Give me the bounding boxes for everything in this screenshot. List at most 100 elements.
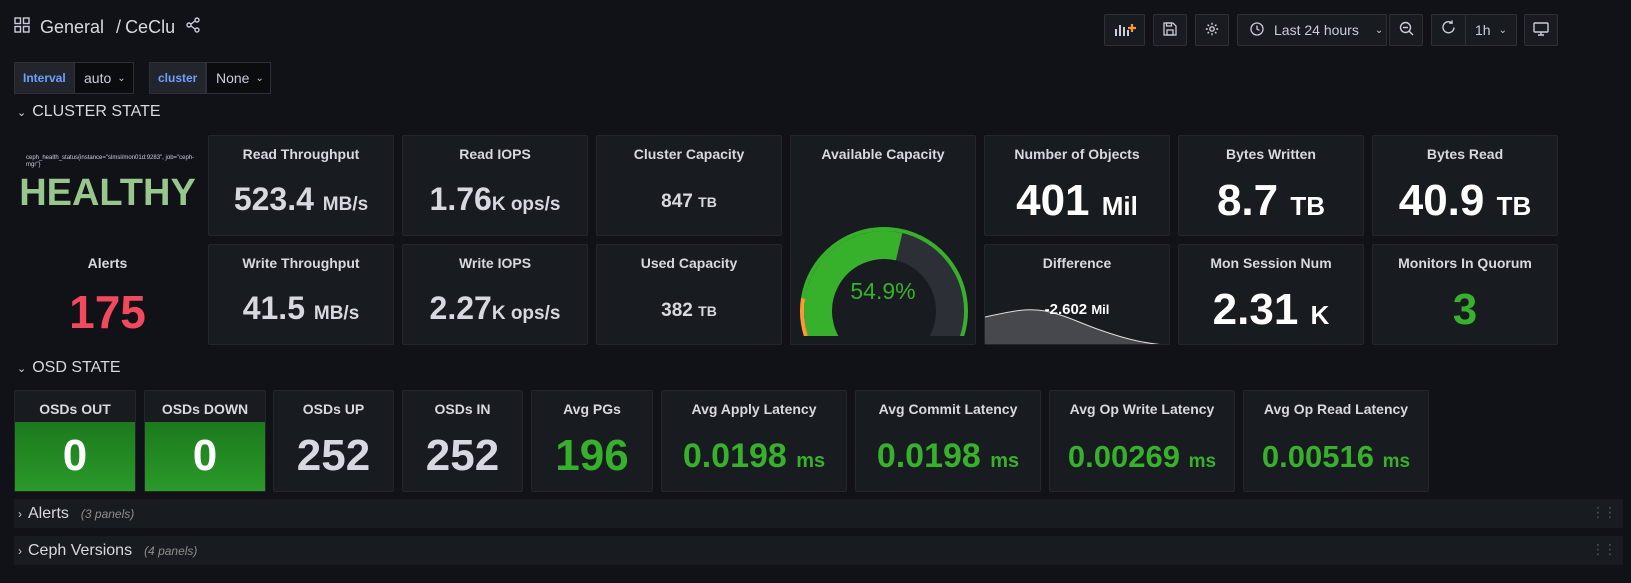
panel-title: Avg Op Read Latency (1263, 401, 1409, 417)
drag-handle-icon[interactable]: ⋮⋮ (1591, 541, 1617, 558)
stat-value: 0 (62, 431, 88, 480)
row-title: CLUSTER STATE (32, 103, 161, 120)
panel-bytes-read[interactable]: Bytes Read 40.9 TB (1372, 135, 1558, 236)
panel-title: OSDs DOWN (161, 401, 249, 417)
stat-value: 0.0198 ms (876, 437, 1020, 475)
clock-icon (1250, 21, 1264, 39)
panel-osds-out[interactable]: OSDs OUT 0 (14, 390, 136, 492)
panel-write-throughput[interactable]: Write Throughput 41.5 MB/s (208, 244, 394, 345)
panel-title: Write Throughput (242, 255, 360, 271)
apps-icon[interactable] (14, 17, 30, 38)
refresh-button[interactable] (1432, 15, 1466, 45)
variable-select-interval[interactable]: auto ⌄ (74, 62, 134, 94)
variable-select-cluster[interactable]: None ⌄ (206, 62, 271, 94)
stat-value: 2.31 K (1212, 285, 1330, 334)
panel-title: Avg PGs (563, 401, 621, 417)
row-title: OSD STATE (32, 359, 121, 376)
panel-number-of-objects[interactable]: Number of Objects 401 Mil (984, 135, 1170, 236)
panel-title: Alerts (87, 255, 128, 271)
panel-health-status: ceph_health_status{instance="slmsl/mon01… (14, 135, 201, 235)
panel-read-throughput[interactable]: Read Throughput 523.4 MB/s (208, 135, 394, 236)
breadcrumb: General / CeClu (14, 17, 201, 38)
panel-read-iops[interactable]: Read IOPS 1.76K ops/s (402, 135, 588, 236)
panel-avg-apply-latency[interactable]: Avg Apply Latency 0.0198 ms (661, 390, 847, 492)
panel-monitors-in-quorum[interactable]: Monitors In Quorum 3 (1372, 244, 1558, 345)
save-icon (1163, 21, 1177, 39)
panel-osds-up[interactable]: OSDs UP 252 (273, 390, 394, 492)
time-range-picker[interactable]: Last 24 hours ⌄ (1237, 14, 1387, 46)
panel-used-capacity[interactable]: Used Capacity 382 TB (596, 244, 782, 345)
panel-cluster-capacity[interactable]: Cluster Capacity 847 TB (596, 135, 782, 236)
variable-label-cluster: cluster (149, 62, 207, 94)
panel-title: Avg Commit Latency (878, 401, 1018, 417)
panel-title: OSDs OUT (39, 401, 111, 417)
panel-write-iops[interactable]: Write IOPS 2.27K ops/s (402, 244, 588, 345)
panel-avg-pgs[interactable]: Avg PGs 196 (531, 390, 653, 492)
gauge-value: 54.9% (850, 278, 916, 304)
panel-title: OSDs IN (434, 401, 491, 417)
stat-value: 523.4 MB/s (233, 181, 369, 217)
stat-value: -2.602 Mil (1044, 301, 1110, 318)
panel-title: Mon Session Num (1210, 255, 1332, 271)
time-range-label: Last 24 hours (1274, 22, 1359, 38)
row-ceph-versions-collapsed[interactable]: › Ceph Versions (4 panels) ⋮⋮ (14, 536, 1623, 565)
save-dashboard-button[interactable] (1153, 14, 1187, 46)
tv-mode-button[interactable] (1524, 14, 1558, 46)
panel-bytes-written[interactable]: Bytes Written 8.7 TB (1178, 135, 1364, 236)
stat-value: 382 TB (661, 300, 717, 321)
gauge-chart (800, 227, 968, 336)
panel-title: Cluster Capacity (633, 146, 745, 162)
row-alerts-collapsed[interactable]: › Alerts (3 panels) ⋮⋮ (14, 499, 1623, 528)
breadcrumb-separator: / (116, 17, 122, 37)
chevron-right-icon: › (18, 543, 22, 558)
row-title: Ceph Versions (28, 541, 133, 559)
row-panel-count: (3 panels) (80, 506, 135, 521)
stat-value: 196 (555, 431, 629, 480)
top-navbar: General / CeClu Last 24 hours ⌄ 1h ⌄ (0, 0, 1631, 56)
stat-value: 0.0198 ms (682, 437, 826, 475)
panel-mon-session-num[interactable]: Mon Session Num 2.31 K (1178, 244, 1364, 345)
panel-avg-op-read-latency[interactable]: Avg Op Read Latency 0.00516 ms (1243, 390, 1429, 492)
stat-value: 41.5 MB/s (242, 290, 360, 326)
breadcrumb-folder[interactable]: General (40, 17, 104, 38)
chevron-down-icon: ⌄ (1374, 24, 1384, 36)
zoom-out-icon (1399, 21, 1414, 39)
stat-value: 252 (296, 431, 371, 480)
panel-title: Avg Op Write Latency (1069, 401, 1215, 417)
zoom-out-button[interactable] (1389, 14, 1423, 46)
stat-value: 847 TB (661, 191, 717, 212)
variable-label-interval: Interval (14, 62, 75, 94)
share-icon[interactable] (185, 17, 201, 38)
panel-title: Used Capacity (640, 255, 738, 271)
add-panel-button[interactable] (1104, 14, 1145, 46)
panel-title: Write IOPS (458, 255, 532, 271)
row-osd-state[interactable]: ⌄ OSD STATE (17, 359, 121, 377)
panel-osds-in[interactable]: OSDs IN 252 (402, 390, 523, 492)
panel-available-capacity[interactable]: Available Capacity 54.9% (790, 135, 976, 345)
breadcrumb-dashboard-title[interactable]: CeClu (125, 17, 175, 38)
stat-value: 0 (192, 431, 218, 480)
chevron-right-icon: › (18, 506, 22, 521)
panel-avg-op-write-latency[interactable]: Avg Op Write Latency 0.00269 ms (1049, 390, 1235, 492)
panel-avg-commit-latency[interactable]: Avg Commit Latency 0.0198 ms (855, 390, 1041, 492)
stat-value: 0.00516 ms (1261, 439, 1411, 474)
variable-value-cluster: None (216, 70, 250, 86)
row-cluster-state[interactable]: ⌄ CLUSTER STATE (17, 103, 161, 121)
drag-handle-icon[interactable]: ⋮⋮ (1591, 504, 1617, 521)
stat-value: 1.76K ops/s (429, 181, 561, 217)
health-value: HEALTHY (19, 172, 196, 214)
panel-title: Number of Objects (1014, 146, 1140, 162)
panel-osds-down[interactable]: OSDs DOWN 0 (144, 390, 266, 492)
panel-title: Bytes Read (1426, 146, 1504, 162)
panel-title: OSDs UP (302, 401, 365, 417)
stat-value: 252 (425, 431, 500, 480)
refresh-interval-select[interactable]: 1h ⌄ (1466, 22, 1516, 38)
dashboard-settings-button[interactable] (1195, 14, 1229, 46)
panel-difference[interactable]: Difference -2.602 Mil (984, 244, 1170, 345)
tv-icon (1533, 21, 1549, 39)
chevron-down-icon: ⌄ (117, 72, 126, 84)
refresh-icon (1441, 20, 1456, 40)
panel-title: Read IOPS (459, 146, 531, 162)
chevron-down-icon: ⌄ (255, 72, 264, 84)
refresh-picker: 1h ⌄ (1431, 14, 1517, 46)
